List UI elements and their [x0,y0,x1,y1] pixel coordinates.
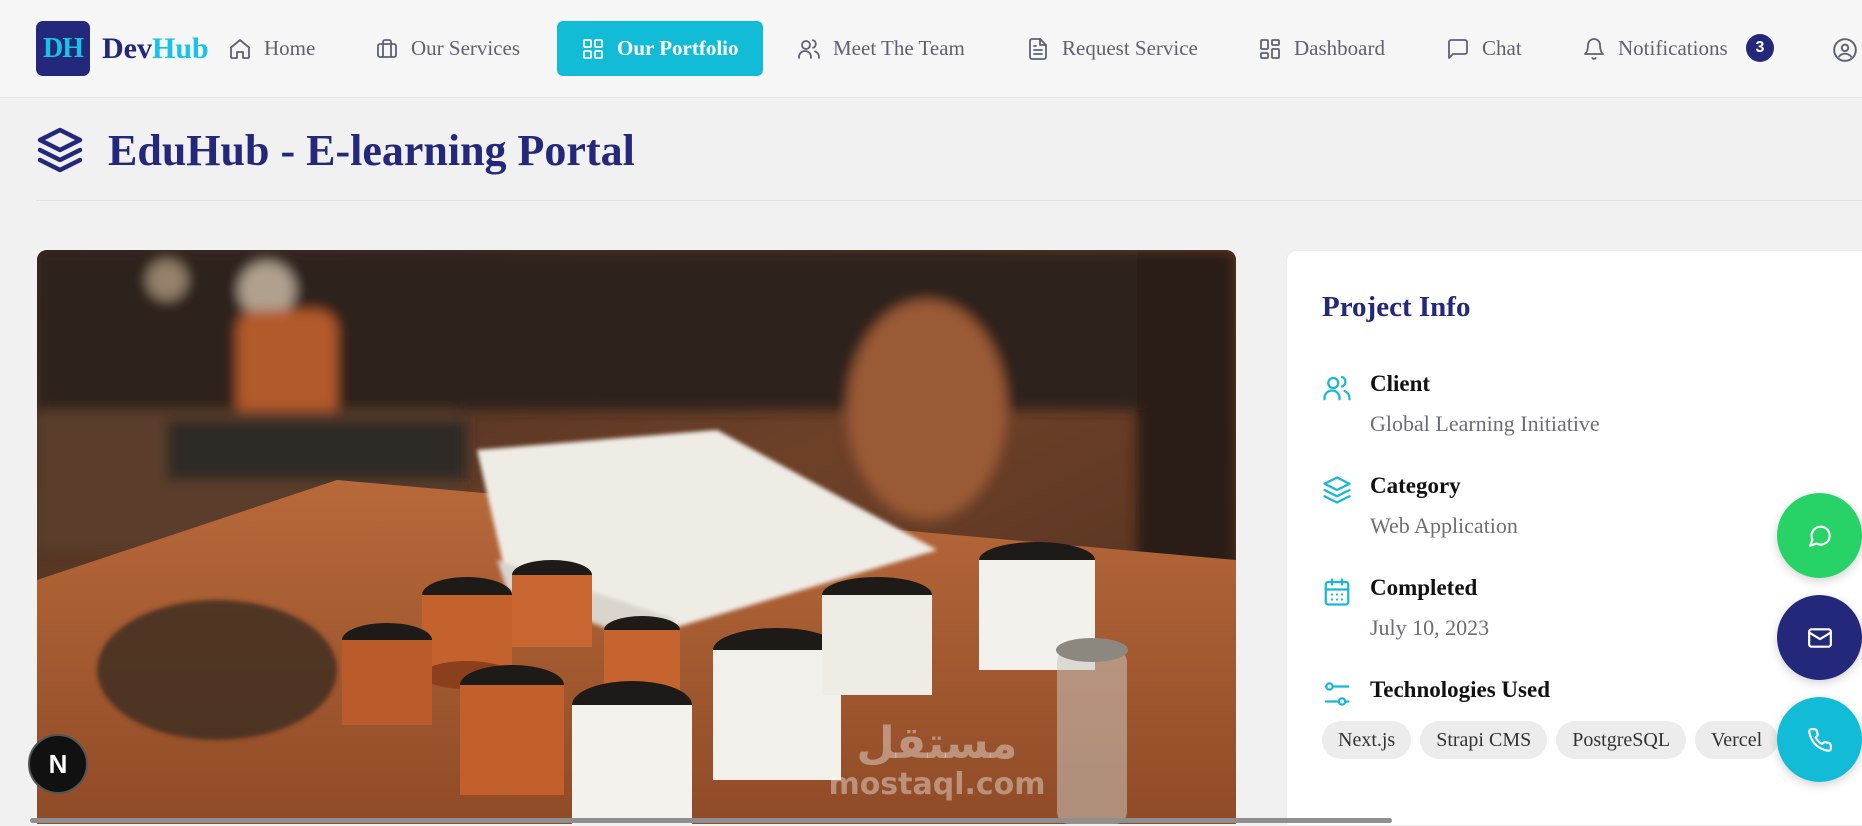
technologies-label: Technologies Used [1370,677,1550,702]
tech-tag: Strapi CMS [1420,721,1548,759]
nav-label-notifications: Notifications [1618,36,1728,60]
nextjs-dev-badge[interactable]: N [28,734,88,794]
nav-label-request: Request Service [1062,36,1198,60]
nav-label-chat: Chat [1482,36,1522,60]
chat-fab-button[interactable] [1777,493,1862,578]
nav-label-services: Our Services [411,36,521,60]
bell-icon [1584,37,1604,60]
project-info-title: Project Info [1322,291,1471,323]
message-square-icon [1448,38,1468,59]
layers-icon [37,127,83,173]
nav-item-services[interactable]: Our Services [375,21,520,76]
nav-item-dashboard[interactable]: Dashboard [1258,21,1385,76]
logo-mark: DH [36,21,90,76]
header-divider [36,200,1862,201]
layers-icon [1322,475,1352,505]
user-circle-icon [1833,38,1857,62]
logo-text-part2: Hub [151,31,209,65]
logo-text: DevHub [102,32,209,66]
page-header: EduHub - E-learning Portal [36,120,635,180]
chat-icon [1808,525,1831,547]
client-value: Global Learning Initiative [1370,411,1600,436]
nav-item-request[interactable]: Request Service [1026,21,1198,76]
phone-fab-button[interactable] [1777,697,1862,782]
nav-label-dashboard: Dashboard [1294,36,1385,60]
notification-count-badge: 3 [1746,34,1774,62]
page-title: EduHub - E-learning Portal [108,125,635,175]
horizontal-scrollbar[interactable] [30,818,1392,823]
nav-item-team[interactable]: Meet The Team [797,21,965,76]
brand-logo[interactable]: DH DevHub [36,21,209,76]
completed-label: Completed [1370,575,1478,600]
email-fab-button[interactable] [1777,595,1862,680]
nav-label-portfolio: Our Portfolio [617,36,739,60]
sliders-icon [1322,679,1352,709]
nav-label-team: Meet The Team [833,36,965,60]
completed-value: July 10, 2023 [1370,615,1490,640]
watermark-latin: mostaql.com [828,767,1046,802]
grid-icon [583,38,603,59]
tech-tag: PostgreSQL [1556,721,1687,759]
document-icon [1029,37,1047,60]
nav-item-chat[interactable]: Chat [1446,21,1522,76]
calendar-icon [1322,577,1352,607]
home-icon [230,38,250,59]
nav-item-home[interactable]: Home [228,21,315,76]
users-icon [798,38,820,59]
client-label: Client [1370,371,1431,396]
technology-tags: Next.js Strapi CMS PostgreSQL Vercel [1322,721,1842,761]
nav-item-notifications[interactable]: Notifications [1582,21,1728,76]
nav-item-portfolio[interactable]: Our Portfolio [557,21,763,76]
nav-label-home: Home [264,36,316,60]
category-label: Category [1370,473,1461,498]
user-menu[interactable] [1832,37,1858,63]
project-info-card: Project Info Client Global Learning Init… [1286,250,1862,826]
phone-icon [1807,727,1832,752]
category-value: Web Application [1370,513,1518,538]
photo-illustration [37,250,1236,824]
tech-tag: Next.js [1322,721,1412,759]
watermark-arabic: مستقل [856,718,1018,769]
watermark: مستقل mostaql.com [822,720,1052,802]
navbar: DH DevHub Home Our Services Our Portfoli… [0,0,1862,98]
briefcase-icon [377,38,397,58]
dashboard-icon [1260,38,1280,59]
tech-tag: Vercel [1695,721,1779,759]
mail-icon [1807,627,1832,648]
logo-text-part1: Dev [102,31,152,65]
project-hero-image [37,250,1236,824]
users-icon [1322,373,1352,403]
